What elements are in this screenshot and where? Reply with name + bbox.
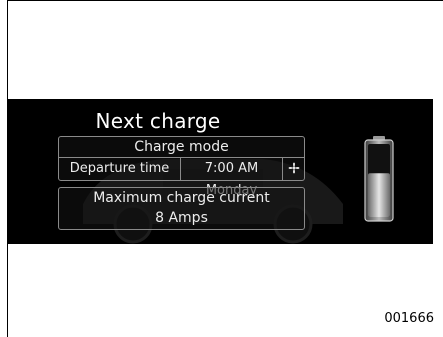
fan-icon — [288, 162, 300, 173]
max-charge-current-label: Maximum charge current — [93, 190, 270, 206]
departure-time-label: Departure time — [59, 158, 181, 180]
battery-icon — [364, 136, 394, 222]
departure-time-value[interactable]: 7:00 AM Monday — [181, 158, 283, 198]
charge-mode-label: Charge mode — [134, 139, 229, 155]
figure-id-caption: 001666 — [384, 311, 434, 326]
frame-top-border — [7, 0, 443, 1]
battery-level-fill — [368, 173, 390, 217]
max-charge-current-value: 8 Amps — [155, 210, 208, 226]
charge-mode-box[interactable]: Charge mode Departure time 7:00 AM Monda… — [58, 136, 305, 198]
fan-button[interactable] — [283, 158, 305, 180]
display-panel: Next charge Charge mode Departure time 7… — [8, 99, 433, 244]
screen-title: Next charge — [95, 109, 221, 133]
max-charge-current-box[interactable]: Maximum charge current 8 Amps — [58, 187, 305, 230]
